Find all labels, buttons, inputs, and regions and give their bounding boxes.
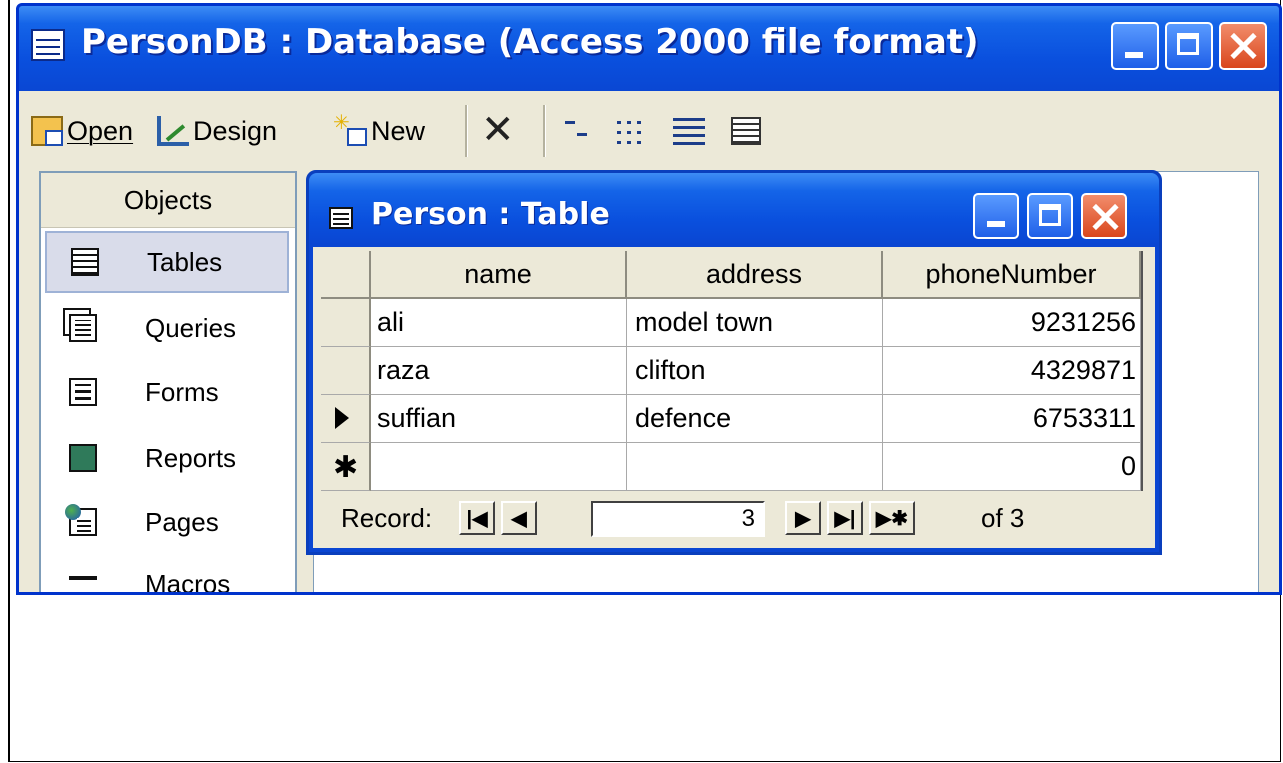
objects-header: Objects [41, 173, 295, 228]
new-label: New [371, 115, 426, 146]
record-navigation-bar: Record: |◀ ◀ 3 ▶ ▶| ▶✱ of 3 [321, 495, 1143, 543]
maximize-button[interactable] [1027, 193, 1073, 239]
cell-address[interactable] [627, 443, 883, 491]
objects-bar: Objects Tables Queries Forms Reports Pag… [39, 171, 297, 595]
datasheet-grid: name address phoneNumber ali model town … [321, 251, 1143, 491]
table-icon [71, 248, 99, 276]
cell-name[interactable]: ali [371, 299, 627, 347]
cell-phonenumber[interactable]: 6753311 [883, 395, 1141, 443]
objects-item-label: Reports [145, 442, 237, 473]
record-count: of 3 [981, 503, 1025, 533]
cell-name[interactable]: raza [371, 347, 627, 395]
objects-item-label: Pages [145, 506, 219, 537]
column-header-name[interactable]: name [371, 251, 627, 299]
maximize-button[interactable] [1165, 22, 1213, 70]
table-titlebar[interactable]: Person : Table [309, 173, 1159, 245]
new-icon [333, 110, 367, 146]
objects-item-label: Tables [147, 246, 223, 277]
cell-phonenumber[interactable]: 4329871 [883, 347, 1141, 395]
new-button[interactable]: New [333, 110, 426, 151]
cell-address[interactable]: defence [627, 395, 883, 443]
cell-address[interactable]: clifton [627, 347, 883, 395]
toolbar-separator [465, 105, 468, 157]
report-icon [69, 444, 97, 472]
minimize-button[interactable] [1111, 22, 1159, 70]
record-number-input[interactable]: 3 [591, 501, 765, 537]
database-icon [31, 29, 65, 61]
macro-icon [69, 576, 97, 592]
database-toolbar: Open Design New ✕ [19, 91, 1279, 171]
cell-address[interactable]: model town [627, 299, 883, 347]
new-record-button[interactable]: ▶✱ [869, 501, 915, 535]
cell-name[interactable] [371, 443, 627, 491]
objects-item-forms[interactable]: Forms [45, 361, 289, 423]
objects-item-reports[interactable]: Reports [45, 427, 289, 489]
record-selector[interactable] [321, 395, 371, 443]
close-button[interactable] [1081, 193, 1127, 239]
record-selector[interactable]: ✱ [321, 443, 371, 491]
column-header-address[interactable]: address [627, 251, 883, 299]
datasheet-area: name address phoneNumber ali model town … [313, 247, 1155, 548]
header-row: name address phoneNumber [321, 251, 1141, 299]
open-icon [31, 116, 63, 146]
design-button[interactable]: Design [157, 111, 277, 151]
objects-item-label: Macros [145, 568, 231, 595]
cell-name[interactable]: suffian [371, 395, 627, 443]
cell-phonenumber[interactable]: 0 [883, 443, 1141, 491]
details-view-icon[interactable] [731, 117, 761, 145]
delete-icon[interactable]: ✕ [481, 107, 515, 153]
table-title: Person : Table [371, 197, 610, 232]
select-all-cell[interactable] [321, 251, 371, 299]
record-label: Record: [341, 503, 433, 533]
new-record-icon: ✱ [333, 450, 359, 485]
large-icons-view-icon[interactable] [563, 117, 593, 145]
close-button[interactable] [1219, 22, 1267, 70]
objects-item-pages[interactable]: Pages [45, 491, 289, 553]
table-icon [329, 207, 353, 229]
objects-item-tables[interactable]: Tables [45, 231, 289, 293]
minimize-button[interactable] [973, 193, 1019, 239]
new-record-nav-icon: ▶✱ [875, 507, 909, 530]
open-button[interactable]: Open [31, 111, 133, 151]
small-icons-view-icon[interactable] [617, 117, 647, 145]
query-icon [69, 314, 97, 342]
previous-record-button[interactable]: ◀ [501, 501, 537, 535]
last-record-icon: ▶| [834, 507, 856, 530]
list-view-icon[interactable] [673, 117, 705, 145]
table-row: raza clifton 4329871 [321, 347, 1141, 395]
objects-item-label: Queries [145, 312, 237, 343]
next-record-button[interactable]: ▶ [785, 501, 821, 535]
first-record-button[interactable]: |◀ [459, 501, 495, 535]
first-record-icon: |◀ [466, 507, 488, 530]
objects-item-macros[interactable]: Macros [45, 553, 289, 595]
objects-item-label: Forms [145, 376, 219, 407]
last-record-button[interactable]: ▶| [827, 501, 863, 535]
database-title: PersonDB : Database (Access 2000 file fo… [81, 22, 979, 62]
next-record-icon: ▶ [795, 507, 811, 530]
cell-phonenumber[interactable]: 9231256 [883, 299, 1141, 347]
table-window: Person : Table name address phoneNumber … [306, 170, 1162, 555]
table-row: suffian defence 6753311 [321, 395, 1141, 443]
current-record-icon [335, 407, 349, 429]
page-icon [65, 504, 97, 536]
column-header-phonenumber[interactable]: phoneNumber [883, 251, 1141, 299]
design-icon [157, 116, 189, 146]
database-titlebar[interactable]: PersonDB : Database (Access 2000 file fo… [19, 6, 1279, 94]
form-icon [69, 378, 97, 406]
record-selector[interactable] [321, 299, 371, 347]
new-record-row: ✱ 0 [321, 443, 1141, 491]
table-row: ali model town 9231256 [321, 299, 1141, 347]
open-label: Open [67, 115, 134, 146]
record-selector[interactable] [321, 347, 371, 395]
design-label: Design [193, 115, 278, 146]
objects-item-queries[interactable]: Queries [45, 297, 289, 359]
previous-record-icon: ◀ [511, 507, 527, 530]
toolbar-separator [543, 105, 546, 157]
